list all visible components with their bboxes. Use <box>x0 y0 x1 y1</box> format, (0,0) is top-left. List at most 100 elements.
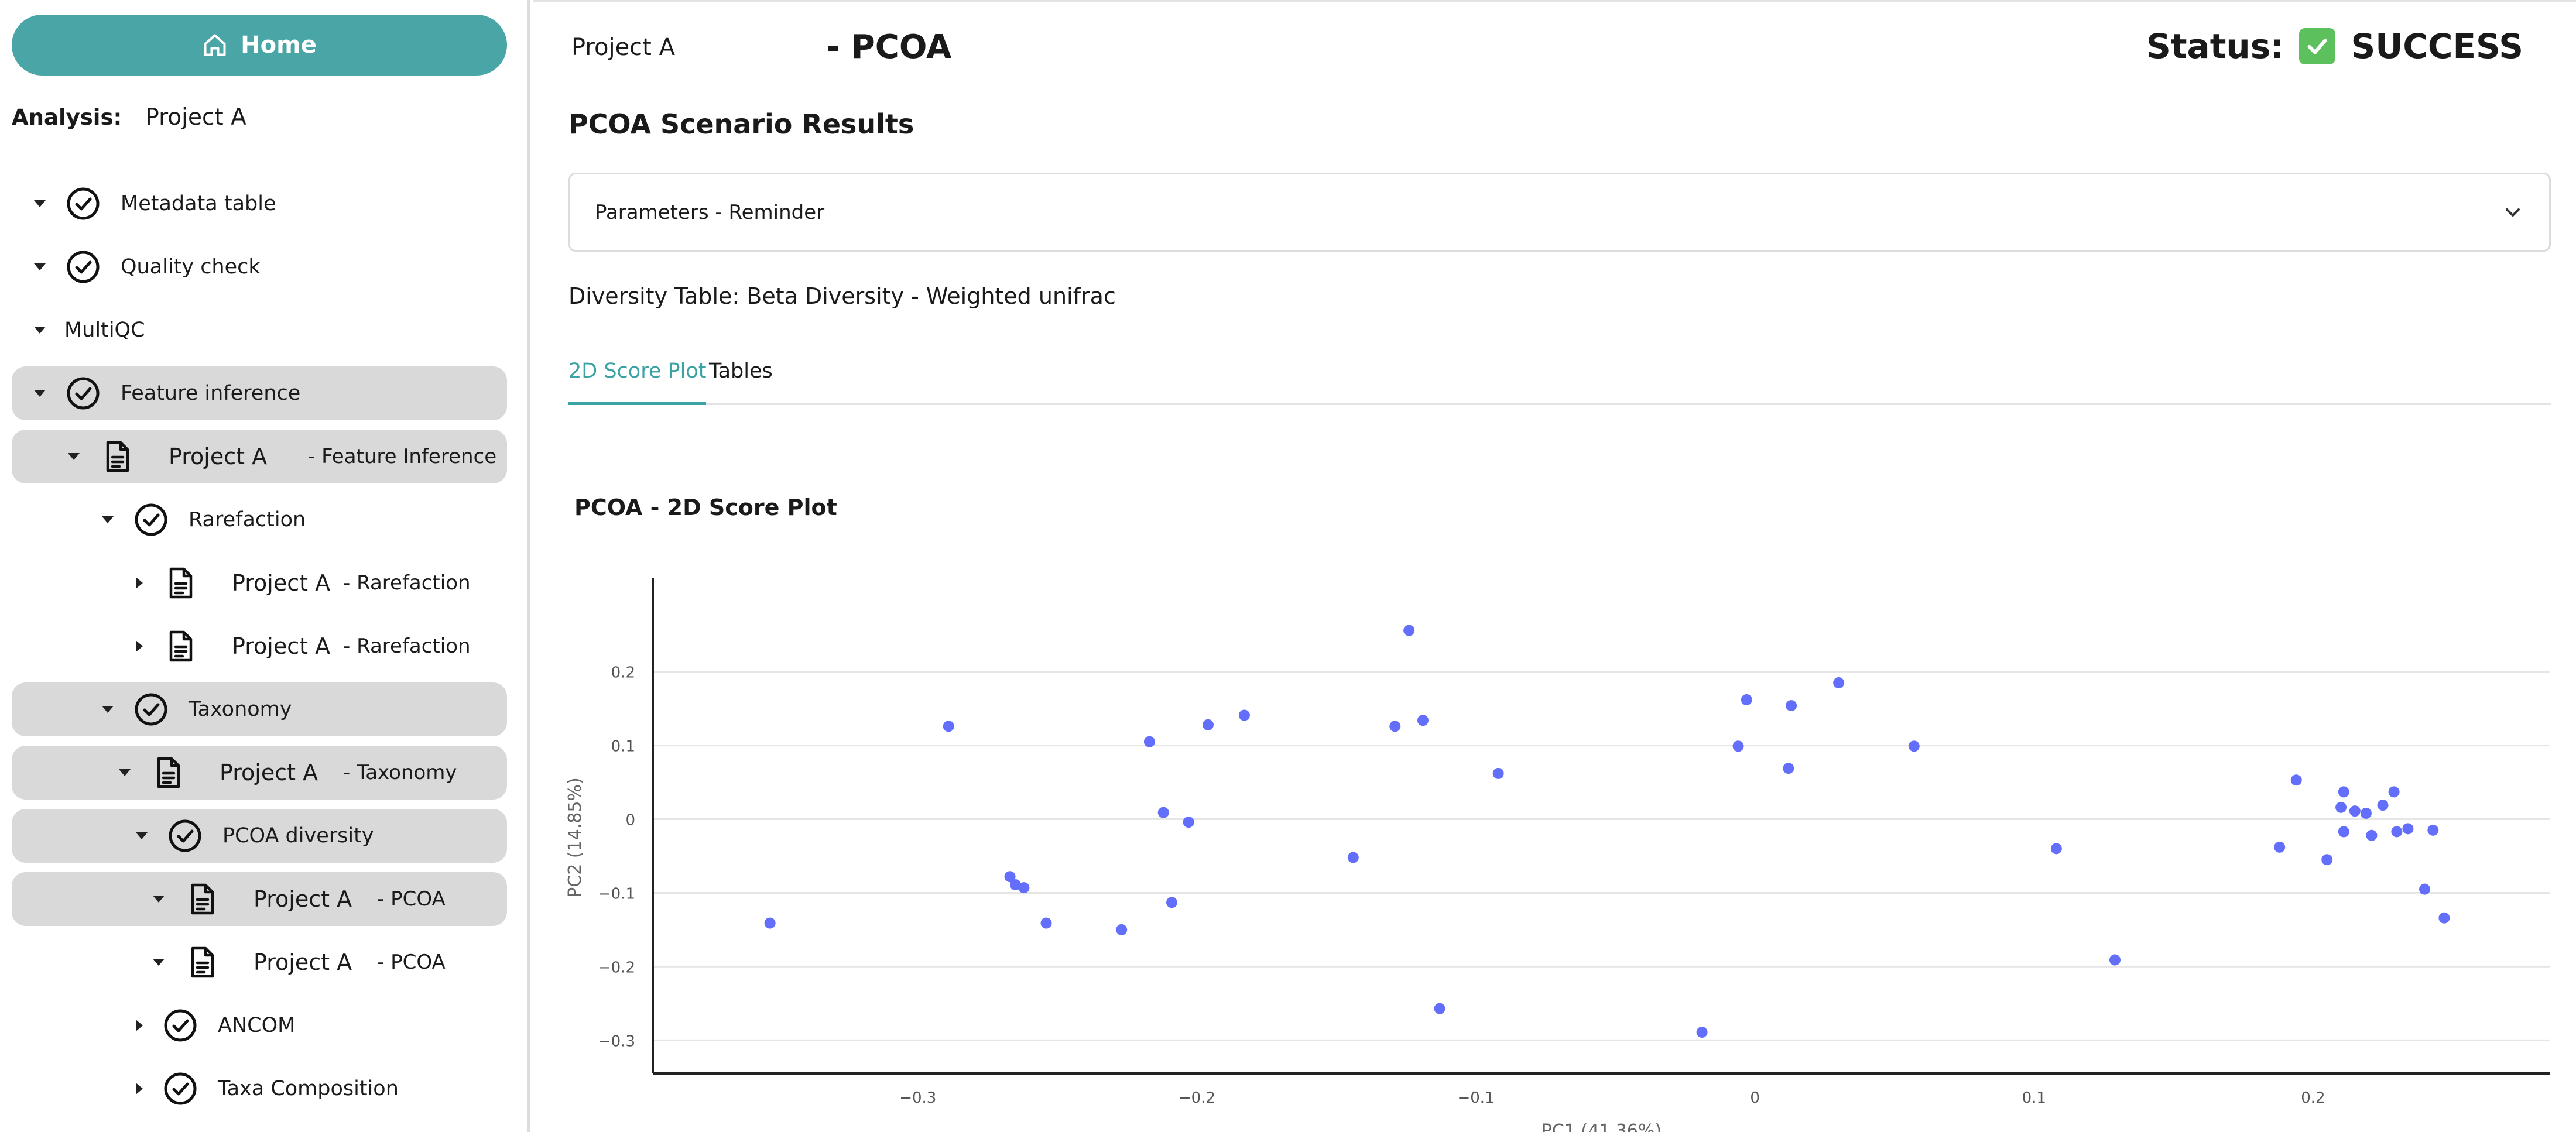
y-tick-label: 0.2 <box>611 664 635 682</box>
tree-item-suffix: - Taxonomy <box>343 761 457 784</box>
check-circle-icon <box>132 691 170 728</box>
data-point <box>2377 800 2389 811</box>
data-point <box>1732 740 1744 752</box>
tree-item[interactable]: ANCOM <box>12 999 507 1052</box>
data-point <box>1183 817 1194 828</box>
data-point <box>1833 677 1845 689</box>
tree-item[interactable]: Project A - Rarefaction <box>12 556 507 610</box>
tree-item-label: Project A <box>254 886 352 912</box>
tree-item-label: Project A <box>232 633 331 659</box>
tree-item[interactable]: Metadata table <box>12 177 507 231</box>
x-tick-label: 0 <box>1750 1089 1760 1107</box>
caret-right-icon[interactable] <box>136 1020 143 1031</box>
data-point <box>2050 843 2062 855</box>
tree-item-suffix: - PCOA <box>377 887 446 911</box>
tree-item[interactable]: MultiQC <box>12 303 507 357</box>
y-axis-title: PC2 (14.85%) <box>565 777 585 897</box>
data-point <box>1434 1003 1445 1014</box>
top-divider <box>533 0 2576 2</box>
x-tick-label: −0.1 <box>1457 1089 1494 1107</box>
x-axis-title: PC1 (41.36%) <box>1542 1121 1662 1132</box>
data-point <box>943 721 954 732</box>
tree-item[interactable]: Project A - Rarefaction <box>12 619 507 673</box>
plot-title: PCOA - 2D Score Plot <box>574 495 837 520</box>
data-point <box>1786 700 1797 712</box>
caret-right-icon[interactable] <box>136 1083 143 1095</box>
caret-down-icon[interactable] <box>34 390 46 397</box>
check-circle-icon <box>64 375 102 412</box>
x-tick-label: 0.1 <box>2022 1089 2046 1107</box>
tree-item-label: Project A <box>169 444 268 469</box>
tree-item[interactable]: Project A - Feature Inference <box>12 430 507 483</box>
data-point <box>2360 807 2372 819</box>
tree-item[interactable]: Taxonomy <box>12 682 507 736</box>
document-icon <box>98 438 136 475</box>
tree-item[interactable]: Project A - PCOA <box>12 935 507 989</box>
data-point <box>1157 807 1169 818</box>
check-circle-icon <box>64 185 102 222</box>
tree-item[interactable]: Taxa Composition <box>12 1062 507 1116</box>
tree-item-label: MultiQC <box>64 318 145 342</box>
data-point <box>1783 763 1794 774</box>
tree-item[interactable]: Project A - Taxonomy <box>12 746 507 800</box>
caret-down-icon[interactable] <box>136 832 148 839</box>
analysis-label: Analysis: <box>12 105 122 130</box>
tree-item[interactable]: Feature inference <box>12 366 507 420</box>
caret-down-icon[interactable] <box>34 327 46 334</box>
header-project: Project A <box>571 34 675 61</box>
data-point <box>1403 625 1415 636</box>
tab-bar: 2D Score Plot Tables <box>568 351 2551 405</box>
tree-item[interactable]: PCOA diversity <box>12 809 507 863</box>
tree-item-label: Project A <box>232 570 331 596</box>
caret-down-icon[interactable] <box>34 263 46 270</box>
caret-down-icon[interactable] <box>68 453 80 460</box>
data-point <box>1166 897 1178 908</box>
x-tick-label: −0.3 <box>899 1089 936 1107</box>
tree-item[interactable]: Project A - PCOA <box>12 872 507 926</box>
tree-item[interactable]: Quality check <box>12 240 507 294</box>
y-tick-label: −0.1 <box>598 885 635 903</box>
tree-item-label: Taxonomy <box>189 698 292 721</box>
caret-down-icon[interactable] <box>153 896 165 903</box>
tab-tables[interactable]: Tables <box>709 359 773 405</box>
caret-down-icon[interactable] <box>34 200 46 207</box>
tree-item-label: ANCOM <box>218 1014 296 1037</box>
tree-item[interactable]: Rarefaction <box>12 493 507 547</box>
tree-item-suffix: - Rarefaction <box>343 634 471 658</box>
status-indicator: Status: SUCCESS <box>2146 26 2523 66</box>
x-tick-label: −0.2 <box>1179 1089 1215 1107</box>
tree-item-suffix: - PCOA <box>377 951 446 974</box>
data-point <box>1417 715 1429 726</box>
tree-item-label: Project A <box>220 760 318 785</box>
tree-item-label: Metadata table <box>121 192 276 215</box>
data-point <box>2388 786 2400 798</box>
page-title: - PCOA <box>826 28 952 66</box>
data-point <box>2321 854 2333 866</box>
home-button[interactable]: Home <box>12 15 507 76</box>
document-icon <box>162 564 199 602</box>
main-panel: Project A - PCOA Status: SUCCESS PCOA Sc… <box>533 0 2576 1132</box>
caret-right-icon[interactable] <box>136 640 143 652</box>
home-button-label: Home <box>241 32 317 59</box>
data-point <box>1492 767 1504 779</box>
caret-right-icon[interactable] <box>136 577 143 589</box>
parameters-expander[interactable]: Parameters - Reminder <box>568 173 2551 252</box>
pcoa-score-plot[interactable]: −0.3 −0.2 −0.1 0 0.1 0.2 −0.3 −0.2 −0.1 0 0.1 0.2 PC… <box>533 562 2576 1132</box>
data-point <box>1143 736 1155 747</box>
caret-down-icon[interactable] <box>119 769 131 776</box>
data-point <box>2427 824 2439 836</box>
caret-down-icon[interactable] <box>102 706 114 713</box>
data-point <box>2366 829 2378 841</box>
caret-down-icon[interactable] <box>153 959 165 966</box>
caret-down-icon[interactable] <box>102 516 114 523</box>
data-point <box>2274 841 2286 853</box>
check-circle-icon <box>162 1070 199 1107</box>
diversity-table-label: Diversity Table: Beta Diversity - Weight… <box>568 283 1116 309</box>
y-tick-label: −0.3 <box>598 1032 635 1050</box>
document-icon <box>183 880 221 918</box>
tree-item-suffix: - Feature Inference <box>308 445 497 468</box>
tab-2d-score-plot[interactable]: 2D Score Plot <box>568 359 707 405</box>
data-point <box>1040 917 1052 929</box>
document-icon <box>162 627 199 665</box>
data-point <box>2349 805 2361 817</box>
